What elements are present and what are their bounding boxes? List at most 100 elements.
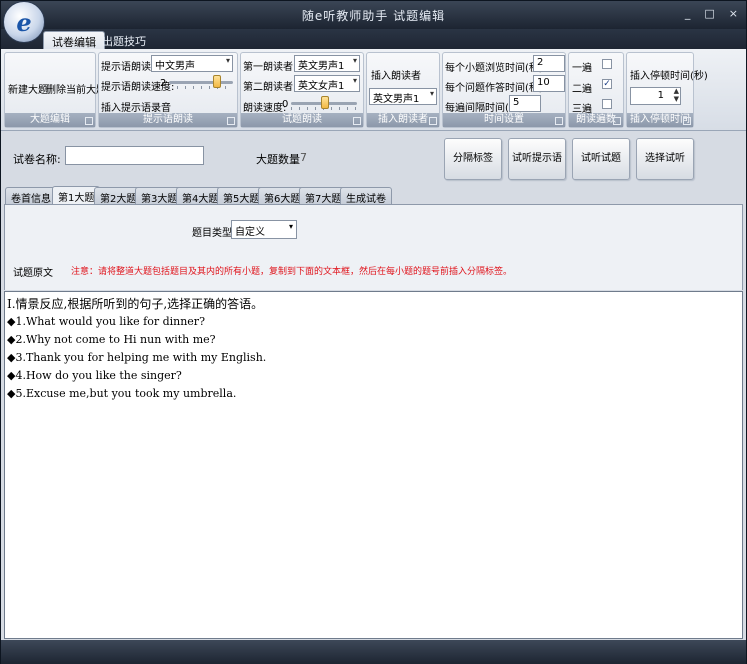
prompt-reader-select[interactable]: 中文男声 ▾ xyxy=(151,55,233,72)
insert-reader-value: 英文男声1 xyxy=(373,94,420,105)
reading-speed-slider[interactable] xyxy=(289,96,359,110)
repeat-thrice-checkbox[interactable] xyxy=(602,99,612,109)
dropdown-arrow-icon: ▾ xyxy=(352,76,357,85)
prompt-speed-value: 2 xyxy=(160,78,167,89)
new-major-button[interactable]: 新建大题 xyxy=(8,81,48,96)
interval-time-input[interactable]: 5 xyxy=(509,95,541,112)
ribbon: 新建大题 删除当前大题 大题编辑 提示语朗读者: 中文男声 ▾ 提示语朗读速度:… xyxy=(1,49,746,131)
insert-reader-title: 插入朗读者 xyxy=(371,71,421,82)
second-reader-value: 英文女声1 xyxy=(298,81,345,92)
repeat-once-label: 一遍 xyxy=(572,63,592,74)
ribbon-tab-strip: 试卷编辑 出题技巧 xyxy=(1,29,746,49)
close-button[interactable]: × xyxy=(729,7,738,20)
question-panel: 题目类型 自定义 ▾ 试题原文 注意：请将整道大题包括题目及其内的所有小题，复制… xyxy=(4,204,743,290)
text-line: ◆5.Excuse me,but you took my umbrella. xyxy=(7,387,237,400)
text-line: ◆4.How do you like the singer? xyxy=(7,369,182,382)
question-text-area[interactable]: Ⅰ.情景反应,根据所听到的句子,选择正确的答语。 ◆1.What would y… xyxy=(4,291,743,639)
pause-time-value: 1 xyxy=(657,90,664,101)
question-tab-strip: 卷首信息 第1大题 第2大题 第3大题 第4大题 第5大题 第6大题 第7大题 … xyxy=(1,186,746,205)
group-question-reading: 第一朗读者: 英文男声1 ▾ 第二朗读者: 英文女声1 ▾ 朗读速度: 0 试题… xyxy=(240,52,364,128)
paper-form: 试卷名称: 大题数量 7 分隔标签 试听提示语 试听试题 选择试听 xyxy=(1,132,746,186)
separator-tag-button[interactable]: 分隔标签 xyxy=(444,138,502,180)
text-line: Ⅰ.情景反应,根据所听到的句子,选择正确的答语。 xyxy=(7,297,264,311)
group-pause-time: 插入停顿时间(秒) 1 ▲ ▼ 插入停顿时间 xyxy=(626,52,708,128)
question-type-label: 题目类型 xyxy=(192,228,232,239)
group-label-time: 时间设置 xyxy=(443,113,565,127)
first-reader-select[interactable]: 英文男声1 ▾ xyxy=(294,55,360,72)
first-reader-label: 第一朗读者: xyxy=(243,62,297,73)
browse-time-label: 每个小题浏览时间(秒): xyxy=(445,63,547,74)
insert-prompt-recording-label[interactable]: 插入提示语录音 xyxy=(101,99,171,114)
select-preview-button[interactable]: 选择试听 xyxy=(636,138,694,180)
major-count-label: 大题数量 xyxy=(256,153,300,166)
dropdown-arrow-icon: ▾ xyxy=(429,89,434,98)
major-count-value: 7 xyxy=(300,151,307,164)
slider-thumb[interactable] xyxy=(212,75,221,88)
reading-speed-label: 朗读速度: xyxy=(243,103,287,114)
reading-speed-value: 0 xyxy=(282,99,289,110)
maximize-button[interactable]: □ xyxy=(704,7,714,20)
tab-question-tips[interactable]: 出题技巧 xyxy=(94,31,154,49)
app-logo-icon[interactable]: e xyxy=(3,1,45,43)
delete-major-button[interactable]: 删除当前大题 xyxy=(46,81,106,96)
group-launcher-icon[interactable] xyxy=(429,117,437,125)
paper-name-input[interactable] xyxy=(65,146,204,165)
question-type-select[interactable]: 自定义 ▾ xyxy=(231,220,297,239)
repeat-twice-checkbox[interactable]: ✓ xyxy=(602,79,612,89)
group-label-reading: 试题朗读 xyxy=(241,113,363,127)
app-window: 随e听教师助手 试题编辑 _ □ × e 试卷编辑 出题技巧 新建大题 删除当前… xyxy=(0,0,747,664)
group-major-edit: 新建大题 删除当前大题 大题编辑 xyxy=(4,52,106,128)
group-launcher-icon[interactable] xyxy=(227,117,235,125)
dropdown-arrow-icon: ▾ xyxy=(352,56,357,65)
answer-time-label: 每个问题作答时间(秒): xyxy=(445,83,547,94)
status-bar xyxy=(1,640,746,664)
group-launcher-icon[interactable] xyxy=(353,117,361,125)
group-insert-reader: 插入朗读者 英文男声1 ▾ 插入朗读者 xyxy=(366,52,440,128)
group-label-prompt: 提示语朗读 xyxy=(99,113,237,127)
dropdown-arrow-icon: ▾ xyxy=(288,222,293,231)
minimize-button[interactable]: _ xyxy=(685,7,691,20)
group-repeat-count: 一遍 二遍 ✓ 三遍 朗读遍数 xyxy=(568,52,624,128)
group-label-major: 大题编辑 xyxy=(5,113,95,127)
group-launcher-icon[interactable] xyxy=(613,117,621,125)
paste-instruction-note: 注意：请将整道大题包括题目及其内的所有小题，复制到下面的文本框，然后在每小题的题… xyxy=(71,267,513,277)
repeat-once-checkbox[interactable] xyxy=(602,59,612,69)
spin-up-icon[interactable]: ▲ xyxy=(674,87,679,95)
spin-down-icon[interactable]: ▼ xyxy=(674,95,679,103)
second-reader-label: 第二朗读者: xyxy=(243,82,297,93)
tab-generate-paper[interactable]: 生成试卷 xyxy=(340,187,392,205)
browse-time-input[interactable]: 2 xyxy=(533,55,565,72)
question-original-label: 试题原文 xyxy=(13,268,53,279)
group-launcher-icon[interactable] xyxy=(683,117,691,125)
title-bar: 随e听教师助手 试题编辑 _ □ × xyxy=(1,1,746,29)
text-line: ◆1.What would you like for dinner? xyxy=(7,315,205,328)
paper-name-label: 试卷名称: xyxy=(13,153,61,166)
insert-reader-select[interactable]: 英文男声1 ▾ xyxy=(369,88,437,105)
group-prompt-reading: 提示语朗读者: 中文男声 ▾ 提示语朗读速度: 2 插入提示语录音 提示语朗读 xyxy=(98,52,238,128)
window-title: 随e听教师助手 试题编辑 xyxy=(301,9,446,23)
group-launcher-icon[interactable] xyxy=(85,117,93,125)
tab-header-info[interactable]: 卷首信息 xyxy=(5,187,57,205)
text-line: ◆3.Thank you for helping me with my Engl… xyxy=(7,351,267,364)
logo-letter: e xyxy=(16,7,32,37)
pause-time-title: 插入停顿时间(秒) xyxy=(630,71,708,82)
prompt-speed-slider[interactable] xyxy=(167,75,235,89)
first-reader-value: 英文男声1 xyxy=(298,61,345,72)
group-time-settings: 每个小题浏览时间(秒): 2 每个问题作答时间(秒): 10 每遍间隔时间(秒)… xyxy=(442,52,566,128)
window-controls: _ □ × xyxy=(685,7,738,20)
prompt-reader-value: 中文男声 xyxy=(155,61,195,72)
second-reader-select[interactable]: 英文女声1 ▾ xyxy=(294,75,360,92)
spinner-arrows-icon[interactable]: ▲ ▼ xyxy=(674,87,679,103)
text-line: ◆2.Why not come to Hi nun with me? xyxy=(7,333,216,346)
question-type-value: 自定义 xyxy=(235,227,265,238)
preview-question-button[interactable]: 试听试题 xyxy=(572,138,630,180)
slider-thumb[interactable] xyxy=(321,96,329,109)
group-launcher-icon[interactable] xyxy=(555,117,563,125)
answer-time-input[interactable]: 10 xyxy=(533,75,565,92)
repeat-twice-label: 二遍 xyxy=(572,84,592,95)
preview-prompt-button[interactable]: 试听提示语 xyxy=(508,138,566,180)
slider-track xyxy=(169,81,233,84)
slider-ticks xyxy=(169,86,233,89)
pause-time-spinner[interactable]: 1 ▲ ▼ xyxy=(630,87,681,105)
dropdown-arrow-icon: ▾ xyxy=(225,56,230,65)
